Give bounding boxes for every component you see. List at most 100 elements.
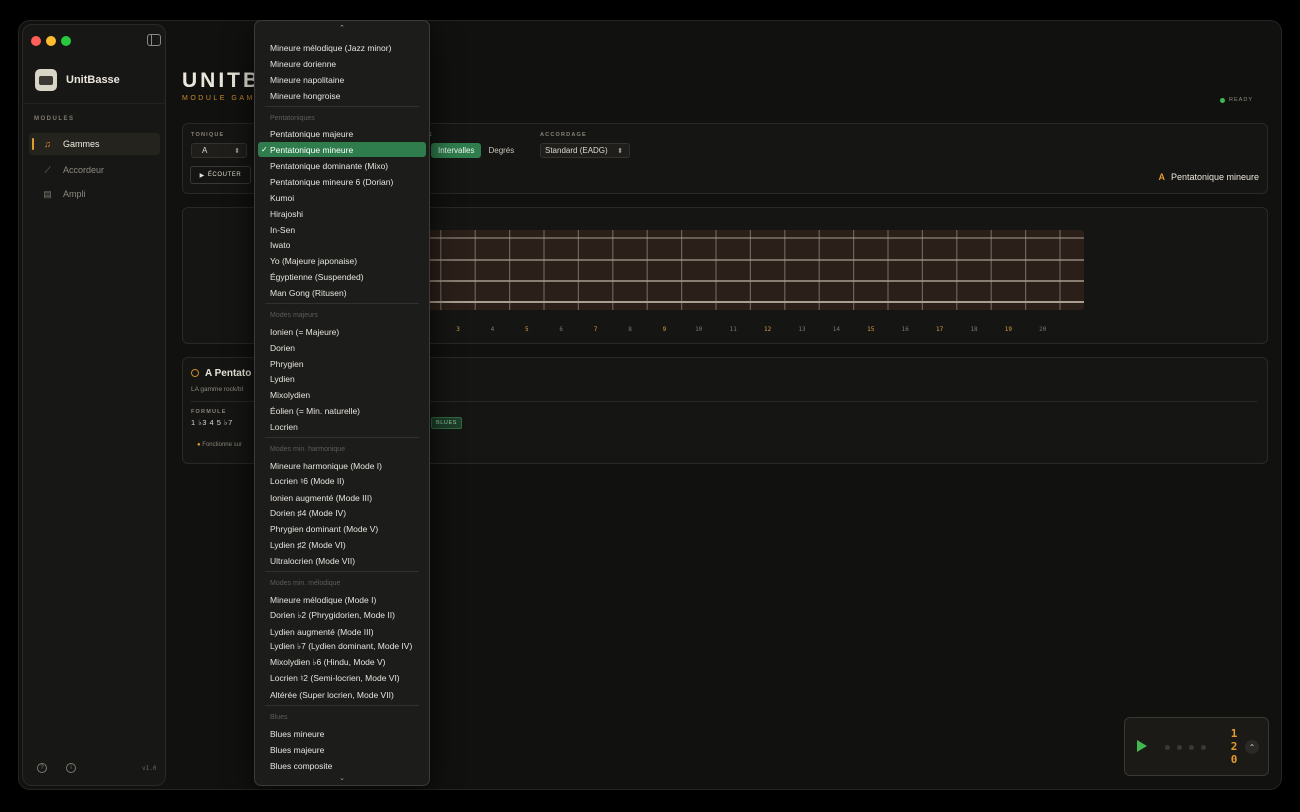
select-arrows-icon: ⬍ <box>234 147 240 155</box>
play-icon[interactable] <box>1137 740 1147 752</box>
checkmark-icon: ✓ <box>261 145 268 154</box>
menu-group-header: Modes min. harmonique <box>270 446 346 453</box>
play-icon: ▶ <box>199 172 205 179</box>
beat-dot <box>1201 745 1206 750</box>
sidebar-item-gammes[interactable]: ♫ Gammes <box>29 133 160 155</box>
page-title: UNITBASSE <box>182 69 258 92</box>
fret-number: 13 <box>798 326 806 333</box>
menu-item[interactable]: Mixolydien <box>258 387 426 402</box>
tuning-fork-icon: ⟋ <box>44 164 51 175</box>
status-text: READY <box>1229 97 1253 103</box>
menu-item[interactable]: Mineure mélodique (Mode I) <box>258 592 426 607</box>
menu-item[interactable]: Pentatonique mineure 6 (Dorian) <box>258 174 426 189</box>
menu-item[interactable]: Dorien <box>258 340 426 355</box>
info-icon[interactable]: i <box>66 763 76 773</box>
tonic-select[interactable]: A ⬍ <box>191 143 247 158</box>
sidebar-divider <box>23 103 165 104</box>
fret-number: 10 <box>695 326 703 333</box>
app-version: v1.0 <box>142 765 157 772</box>
sidebar-item-ampli[interactable]: ▤ Ampli <box>29 183 160 205</box>
menu-item[interactable]: Égyptienne (Suspended) <box>258 269 426 284</box>
beat-dot <box>1165 745 1170 750</box>
listen-button-label: ÉCOUTER <box>207 172 242 178</box>
listen-button[interactable]: ▶ ÉCOUTER <box>190 166 251 184</box>
sidebar-toggle-icon[interactable] <box>147 34 161 46</box>
menu-item[interactable]: Ionien (= Majeure) <box>258 324 426 339</box>
menu-item[interactable]: Dorien ♯4 (Mode IV) <box>258 505 426 520</box>
menu-item[interactable]: Mineure mélodique (Jazz minor) <box>258 40 426 55</box>
sidebar-item-accordeur[interactable]: ⟋ Accordeur <box>29 159 160 181</box>
menu-item[interactable]: Locrien <box>258 419 426 434</box>
fret-number: 7 <box>594 326 598 333</box>
menu-item[interactable]: Mixolydien ♭6 (Hindu, Mode V) <box>258 655 426 670</box>
menu-item[interactable]: Phrygien dominant (Mode V) <box>258 521 426 536</box>
menu-item[interactable]: Dorien ♭2 (Phrygidorien, Mode II) <box>258 608 426 623</box>
menu-separator <box>265 705 419 706</box>
menu-item[interactable]: Blues majeure <box>258 742 426 757</box>
app-name: UnitBasse <box>66 74 120 86</box>
fret-number: 11 <box>730 326 738 333</box>
menu-item[interactable]: Mineure napolitaine <box>258 72 426 87</box>
menu-group-header: Pentatoniques <box>270 115 315 122</box>
menu-item[interactable]: Locrien ♮2 (Semi-locrien, Mode VI) <box>258 671 426 686</box>
menu-item[interactable]: Éolien (= Min. naturelle) <box>258 403 426 418</box>
menu-separator <box>265 106 419 107</box>
menu-item[interactable]: Blues composite <box>258 758 426 773</box>
scale-description: LA gamme rock/bl <box>191 386 244 393</box>
display-mode-toggle: Intervalles Degrés <box>431 143 521 158</box>
display-mode-degrees[interactable]: Degrés <box>481 143 521 158</box>
menu-item[interactable]: Altérée (Super locrien, Mode VII) <box>258 687 426 702</box>
menu-item[interactable]: Pentatonique dominante (Mixo) <box>258 158 426 173</box>
scale-info-title-text: A Pentato <box>205 368 252 379</box>
menu-item-selected[interactable]: ✓ Pentatonique mineure <box>258 142 426 157</box>
menu-item[interactable]: Lydien <box>258 371 426 386</box>
beat-dot <box>1177 745 1182 750</box>
menu-item[interactable]: Mineure hongroise <box>258 88 426 103</box>
sidebar-item-label: Gammes <box>63 139 100 149</box>
menu-item[interactable]: Ultralocrien (Mode VII) <box>258 553 426 568</box>
music-notes-icon: ♫ <box>44 139 51 149</box>
menu-item[interactable]: Man Gong (Ritusen) <box>258 285 426 300</box>
menu-item-label: Pentatonique mineure <box>270 144 354 155</box>
display-mode-intervals[interactable]: Intervalles <box>431 143 482 158</box>
menu-item[interactable]: Mineure dorienne <box>258 56 426 71</box>
menu-item[interactable]: Mineure harmonique (Mode I) <box>258 458 426 473</box>
menu-item[interactable]: Phrygien <box>258 356 426 371</box>
menu-item[interactable]: Kumoi <box>258 190 426 205</box>
menu-item[interactable]: Locrien ♮6 (Mode II) <box>258 474 426 489</box>
menu-item[interactable]: Ionien augmenté (Mode III) <box>258 490 426 505</box>
menu-item[interactable]: Yo (Majeure japonaise) <box>258 253 426 268</box>
menu-item[interactable]: Hirajoshi <box>258 206 426 221</box>
chevron-up-icon[interactable]: ⌃ <box>1245 740 1259 754</box>
sidebar: UnitBasse MODULES ♫ Gammes ⟋ Accordeur ▤… <box>22 24 166 786</box>
menu-separator <box>265 303 419 304</box>
tempo-readout: 1 2 0 <box>1229 727 1239 766</box>
fret-number: 14 <box>833 326 841 333</box>
menu-item[interactable]: Lydien augmenté (Mode III) <box>258 624 426 639</box>
lightbulb-icon: ● <box>197 442 201 448</box>
metronome-player: 1 2 0 ⌃ <box>1124 717 1269 776</box>
tuning-select[interactable]: Standard (EADG) ⬍ <box>540 143 630 158</box>
fret-number: 16 <box>902 326 910 333</box>
minimize-window-button[interactable] <box>46 36 56 46</box>
zoom-window-button[interactable] <box>61 36 71 46</box>
menu-item[interactable]: Pentatonique majeure <box>258 126 426 141</box>
fret-number: 4 <box>491 326 495 333</box>
help-icon[interactable]: ? <box>37 763 47 773</box>
menu-item[interactable]: Iwato <box>258 237 426 252</box>
menu-separator <box>265 571 419 572</box>
close-window-button[interactable] <box>31 36 41 46</box>
menu-item[interactable]: Lydien ♭7 (Lydien dominant, Mode IV) <box>258 639 426 654</box>
menu-item[interactable]: Blues mineure <box>258 726 426 741</box>
scale-tip: ● Fonctionne sur <box>197 442 242 448</box>
fret-number: 12 <box>764 326 772 333</box>
menu-item[interactable]: Lydien ♯2 (Mode VI) <box>258 537 426 552</box>
scroll-down-icon[interactable]: ⌄ <box>255 774 429 782</box>
menu-item[interactable]: In-Sen <box>258 222 426 237</box>
fret-number: 15 <box>867 326 875 333</box>
fret-number: 19 <box>1005 326 1013 333</box>
scroll-up-icon[interactable]: ⌃ <box>255 24 429 32</box>
amplifier-icon: ▤ <box>43 188 52 199</box>
menu-group-header: Blues <box>270 714 288 721</box>
app-logo <box>35 69 57 91</box>
